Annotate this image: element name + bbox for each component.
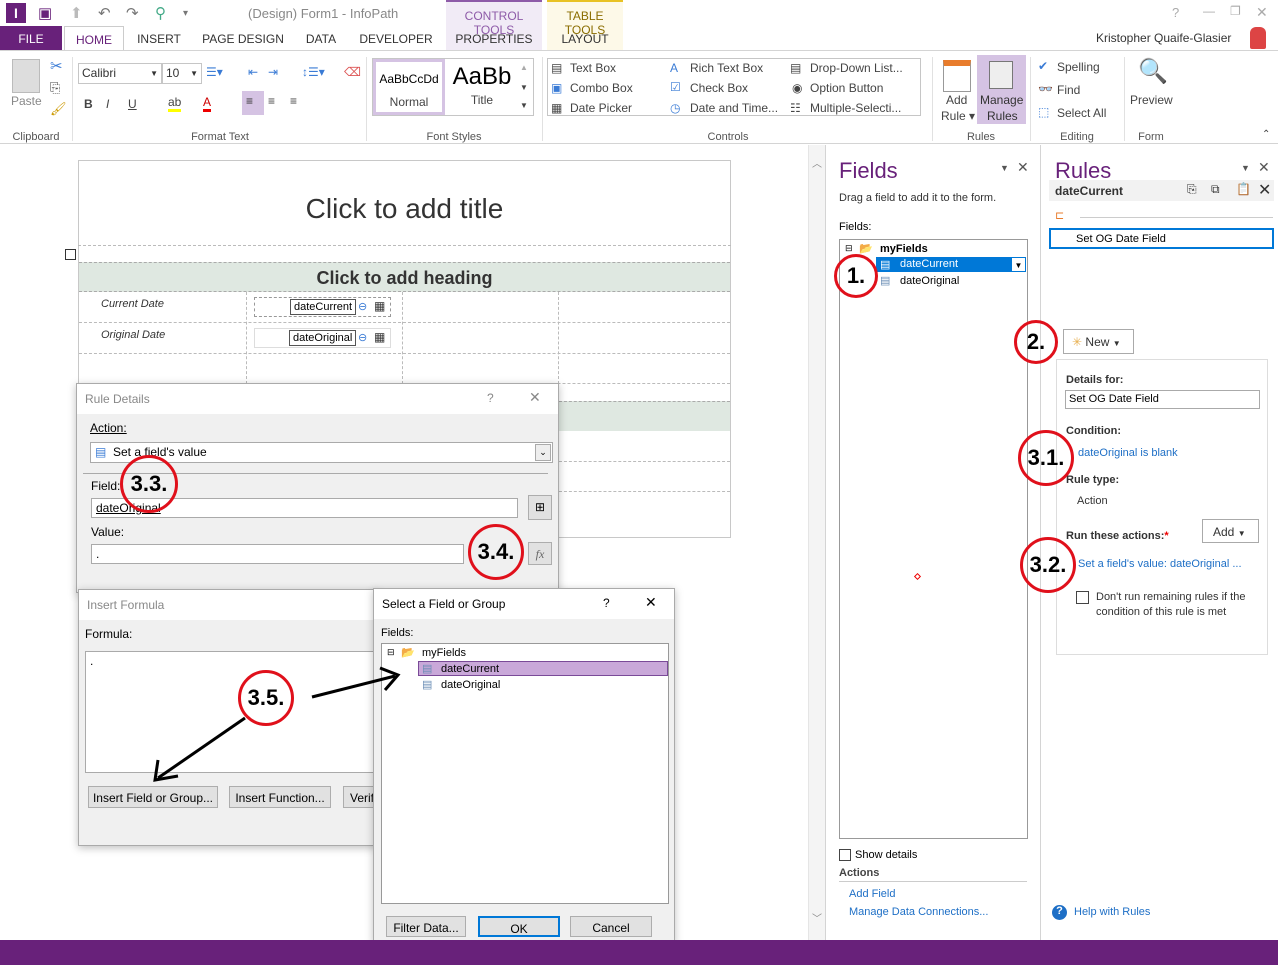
annotation-3-1: 3.1.: [1018, 430, 1074, 486]
arrow-to-field: [311, 674, 396, 699]
status-bar: [0, 940, 1278, 965]
annotation-1: 1.: [834, 254, 878, 298]
annotation-3-3: 3.3.: [120, 455, 178, 513]
arrow-to-insert-field: [157, 716, 246, 780]
annotation-arrows: [153, 666, 401, 782]
annotation-3-5: 3.5.: [238, 670, 294, 726]
annotation-3-2: 3.2.: [1020, 537, 1076, 593]
annotation-2: 2.: [1014, 320, 1058, 364]
annotation-3-4: 3.4.: [468, 524, 524, 580]
